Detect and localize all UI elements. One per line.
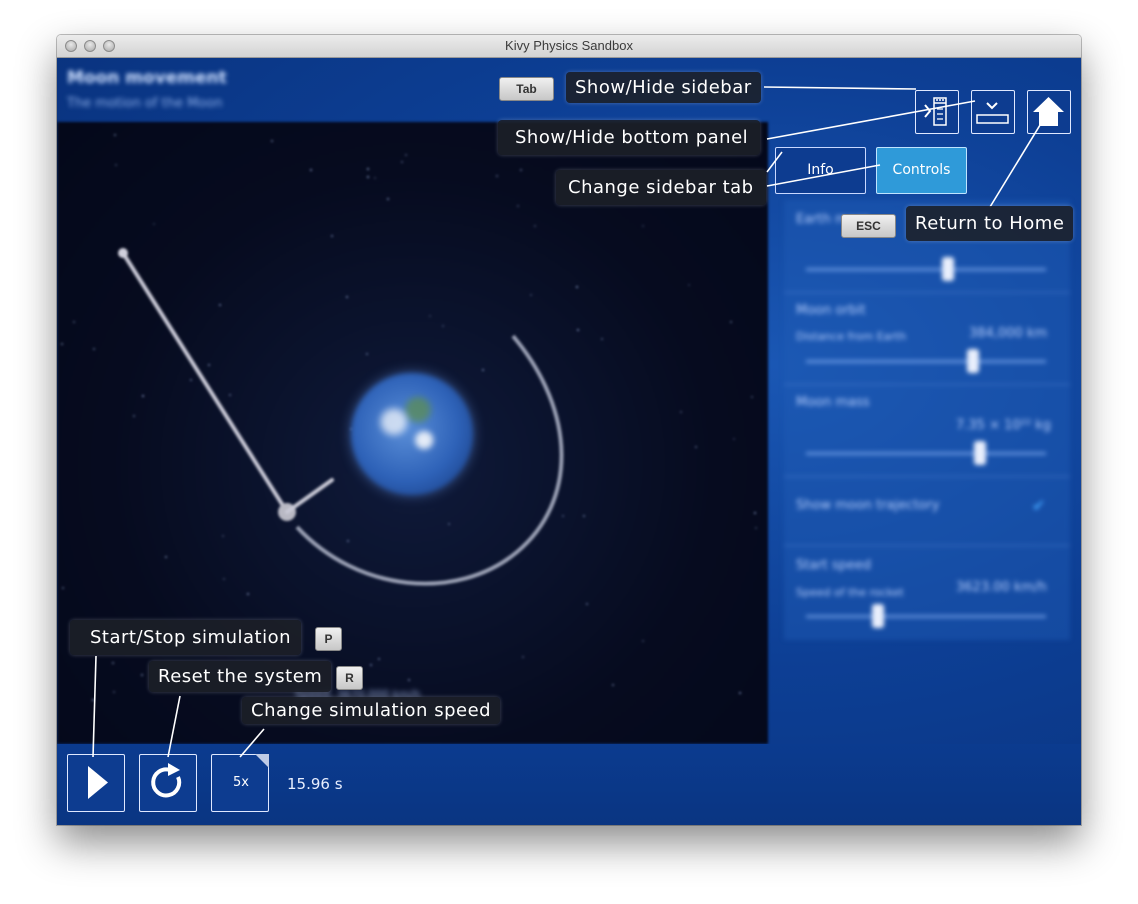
sidebar-row-value: 384,000 km — [969, 326, 1048, 341]
r-key-badge: R — [336, 666, 363, 690]
tab-info[interactable]: Info — [775, 147, 866, 194]
tooltip-reset-the-system: Reset the system — [149, 661, 332, 692]
divider — [784, 292, 1070, 293]
sidebar-row-label: Show moon trajectory — [796, 498, 940, 513]
divider — [784, 476, 1070, 477]
reset-button[interactable] — [139, 754, 197, 812]
home-icon — [1033, 97, 1064, 126]
tooltip-change-simulation-speed: Change simulation speed — [242, 697, 501, 724]
moon-trajectory-arc — [295, 334, 564, 586]
start-speed-slider[interactable] — [806, 615, 1046, 618]
slider-handle[interactable] — [942, 257, 954, 281]
home-button[interactable] — [1027, 90, 1071, 134]
title-bar: Kivy Physics Sandbox — [57, 35, 1081, 58]
sidebar-row-label: Moon mass — [796, 395, 870, 410]
rocket-launch-point — [118, 248, 128, 258]
page-title: Moon movement — [67, 68, 227, 88]
sidebar-panel: Earth mass Moon orbit Distance from Eart… — [784, 200, 1070, 640]
earth-mass-slider[interactable] — [806, 268, 1046, 271]
sidebar-row-sublabel: Speed of the rocket — [796, 586, 904, 599]
sidebar-row-label: Moon orbit — [796, 303, 866, 318]
esc-key-badge: ESC — [841, 214, 896, 238]
tab-key-badge: Tab — [499, 77, 554, 101]
reset-icon — [151, 763, 182, 798]
p-key-badge: P — [315, 627, 342, 651]
slider-handle[interactable] — [872, 604, 884, 628]
speed-label: 5x — [233, 775, 249, 790]
slider-handle[interactable] — [974, 441, 986, 465]
moon-mass-slider[interactable] — [806, 452, 1046, 455]
moon-orbit-slider[interactable] — [806, 360, 1046, 363]
sidebar-row-value: 7.35 × 10²² kg — [956, 418, 1051, 433]
speed-button[interactable]: 5x — [211, 754, 269, 812]
divider — [784, 384, 1070, 385]
sidebar-row-label: Start speed — [796, 558, 872, 573]
tooltip-change-sidebar-tab: Change sidebar tab — [556, 170, 766, 205]
divider — [784, 545, 1070, 546]
sidebar-row-value: 3623.00 km/h — [956, 580, 1047, 595]
checkbox-check-icon[interactable]: ✔ — [1032, 496, 1045, 515]
dropdown-corner-icon — [255, 754, 269, 768]
play-icon — [88, 766, 108, 799]
page-subtitle: The motion of the Moon — [67, 96, 223, 111]
tooltip-show-hide-bottom-panel: Show/Hide bottom panel — [498, 120, 761, 155]
sidebar-row-sublabel: Distance from Earth — [796, 330, 907, 343]
tooltip-start-stop-simulation: Start/Stop simulation — [70, 620, 302, 655]
sidebar-toggle-icon — [924, 97, 947, 126]
play-button[interactable] — [67, 754, 125, 812]
tab-controls[interactable]: Controls — [876, 147, 967, 194]
tooltip-show-hide-sidebar: Show/Hide sidebar — [566, 72, 761, 103]
bottom-panel-toggle-icon — [976, 102, 1009, 124]
window-title: Kivy Physics Sandbox — [505, 38, 633, 53]
moon-vector-line — [285, 478, 334, 514]
bottom-panel-toggle-button[interactable] — [971, 90, 1015, 134]
rocket-path-line — [121, 251, 289, 514]
elapsed-time: 15.96 s — [287, 775, 343, 793]
slider-handle[interactable] — [967, 349, 979, 373]
sidebar-toggle-button[interactable] — [915, 90, 959, 134]
tooltip-return-to-home: Return to Home — [906, 206, 1074, 241]
